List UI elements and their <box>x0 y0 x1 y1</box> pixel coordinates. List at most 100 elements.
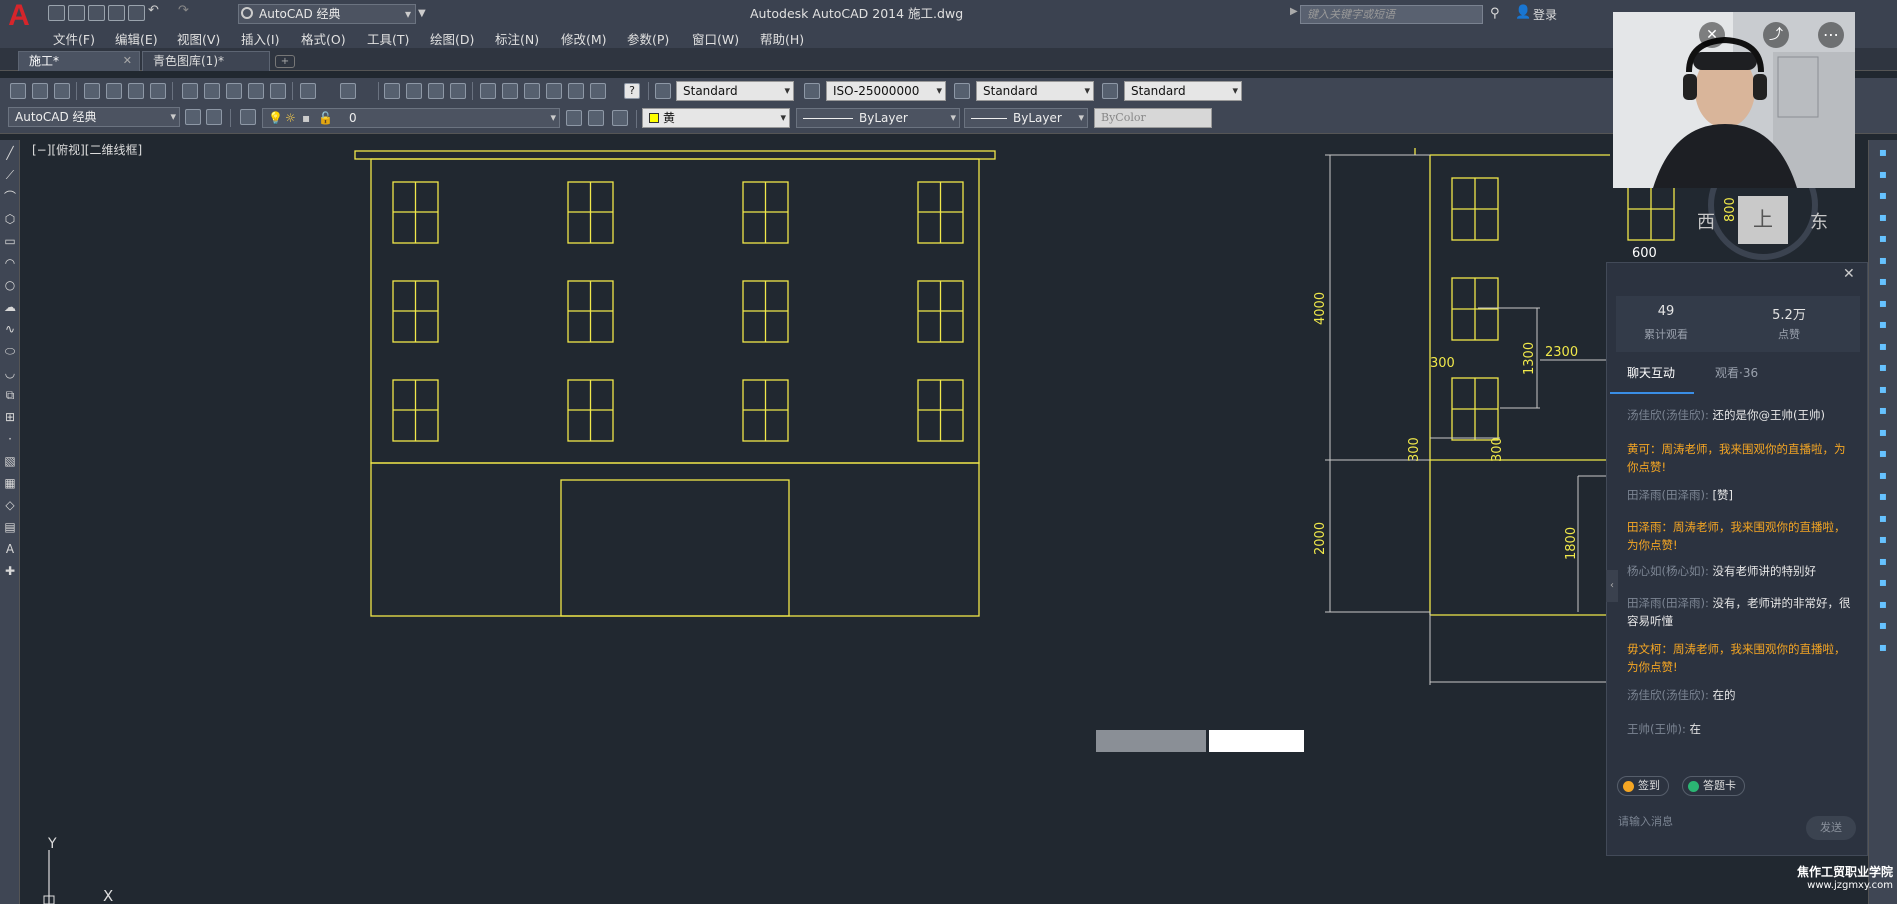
rotate-icon[interactable]: ▪ <box>1875 273 1891 289</box>
window-grid <box>392 181 964 442</box>
watermark-url: www.jzgmxy.com <box>1807 880 1893 891</box>
explode-icon[interactable]: ▪ <box>1875 510 1891 526</box>
dim-text: 2300 <box>1545 345 1578 360</box>
watermark-name: 焦作工贸职业学院 <box>1796 865 1893 879</box>
send-button[interactable]: 发送 <box>1806 816 1856 840</box>
polygon-icon[interactable]: ⬡ <box>3 212 17 226</box>
checkin-label: 签到 <box>1638 779 1660 792</box>
erase-icon[interactable]: ▪ <box>1875 144 1891 160</box>
chat-gift-message: 毋文柯：周涛老师，我来围观你的直播啦，为你点赞! <box>1627 640 1855 676</box>
array-icon[interactable]: ▪ <box>1875 230 1891 246</box>
chat-text: 黄可：周涛老师，我来围观你的直播啦，为你点赞! <box>1627 442 1846 474</box>
chat-message: 杨心如(杨心如): 没有老师讲的特别好 <box>1627 562 1855 580</box>
extend-icon[interactable]: ▪ <box>1875 359 1891 375</box>
tab-chat[interactable]: 聊天互动 <box>1627 364 1675 381</box>
circle-icon[interactable]: ○ <box>3 278 17 292</box>
live-stats: 49 累计观看 5.2万 点赞 <box>1616 296 1860 352</box>
ellipse-arc-icon[interactable]: ◡ <box>3 366 17 380</box>
tab-viewers[interactable]: 观看·36 <box>1715 364 1758 381</box>
chat-text: 还的是你@王帅(王帅) <box>1712 408 1825 422</box>
ucs-y-label: Y <box>47 836 57 852</box>
break-at-point-icon[interactable]: ▪ <box>1875 381 1891 397</box>
spline-icon[interactable]: ∿ <box>3 322 17 336</box>
chat-nickname[interactable]: 王帅(王帅): <box>1627 722 1686 736</box>
clip-icon[interactable]: ▪ <box>1875 639 1891 655</box>
webcam-video: ✕ ⤴ ⋯ <box>1613 12 1855 188</box>
send-back-icon[interactable]: ▪ <box>1875 574 1891 590</box>
checkin-button[interactable]: 签到 <box>1617 776 1669 796</box>
chat-nickname[interactable]: 田泽雨(田泽雨): <box>1627 596 1709 610</box>
bring-front-icon[interactable]: ▪ <box>1875 553 1891 569</box>
entrance-door <box>560 479 790 617</box>
ucs-icon: Y X <box>43 836 113 904</box>
draworder-icon[interactable]: ▪ <box>1875 531 1891 547</box>
upper-floors-outline <box>370 158 980 464</box>
viewcube-west-label[interactable]: 西 <box>1697 208 1715 234</box>
text-front-icon[interactable]: ▪ <box>1875 596 1891 612</box>
line-icon[interactable]: ╱ <box>3 146 17 160</box>
dim-text: 300 <box>1430 356 1455 371</box>
more-icon[interactable]: ⋯ <box>1818 22 1844 48</box>
chat-nickname[interactable]: 汤佳欣(汤佳欣): <box>1627 408 1709 422</box>
hatch-back-icon[interactable]: ▪ <box>1875 617 1891 633</box>
stat-likes-value: 5.2万 <box>1772 308 1806 323</box>
chat-nickname[interactable]: 杨心如(杨心如): <box>1627 564 1709 578</box>
join-icon[interactable]: ▪ <box>1875 424 1891 440</box>
share-icon[interactable]: ⤴ <box>1763 22 1789 48</box>
stat-views-value: 49 <box>1657 304 1675 319</box>
dimension-lines <box>1325 154 1610 685</box>
arc-icon[interactable]: ◠ <box>3 256 17 270</box>
trim-icon[interactable]: ▪ <box>1875 338 1891 354</box>
chat-text: 毋文柯：周涛老师，我来围观你的直播啦，为你点赞! <box>1627 642 1846 674</box>
ucs-x-label: X <box>103 887 113 904</box>
stat-likes-label: 点赞 <box>1778 328 1800 341</box>
chat-message: 田泽雨(田泽雨): [赞] <box>1627 486 1855 504</box>
fillet-icon[interactable]: ▪ <box>1875 467 1891 483</box>
answer-card-icon <box>1688 781 1699 792</box>
viewcube-top-face[interactable]: 上 <box>1738 196 1788 244</box>
chat-gift-message: 田泽雨：周涛老师，我来围观你的直播啦，为你点赞! <box>1627 518 1855 554</box>
mic-off-icon[interactable]: ✕ <box>1699 22 1725 48</box>
revision-cloud-icon[interactable]: ☁ <box>3 300 17 314</box>
collapse-panel-icon[interactable]: ‹ <box>1606 570 1618 602</box>
region-icon[interactable]: ◇ <box>3 498 17 512</box>
chat-nickname[interactable]: 田泽雨(田泽雨): <box>1627 488 1709 502</box>
draw-toolbar: ╱ ⟋ ⌒ ⬡ ▭ ◠ ○ ☁ ∿ ⬭ ◡ ⧉ ⊞ · ▧ ▦ ◇ ▤ A ✚ <box>0 140 20 904</box>
viewcube-east-label[interactable]: 东 <box>1810 208 1828 234</box>
insert-block-icon[interactable]: ⧉ <box>3 388 17 402</box>
dim-text: 300 <box>1407 437 1422 462</box>
point-icon[interactable]: · <box>3 432 17 446</box>
roof-cornice <box>354 150 996 160</box>
chat-input[interactable]: 请输入消息 <box>1618 812 1788 832</box>
scale-icon[interactable]: ▪ <box>1875 295 1891 311</box>
floating-gray-bar <box>1096 730 1206 752</box>
answer-card-label: 答题卡 <box>1703 779 1736 792</box>
chat-message: 汤佳欣(汤佳欣): 还的是你@王帅(王帅) <box>1627 406 1855 424</box>
polyline-icon[interactable]: ⌒ <box>3 190 17 204</box>
ellipse-icon[interactable]: ⬭ <box>3 344 17 358</box>
construction-line-icon[interactable]: ⟋ <box>3 168 17 182</box>
school-watermark: 焦作工贸职业学院 www.jzgmxy.com <box>1785 866 1893 892</box>
make-block-icon[interactable]: ⊞ <box>3 410 17 424</box>
chat-text: 没有老师讲的特别好 <box>1712 564 1817 578</box>
move-icon[interactable]: ▪ <box>1875 252 1891 268</box>
dim-text: 2000 <box>1313 522 1328 555</box>
mirror-icon[interactable]: ▪ <box>1875 187 1891 203</box>
break-icon[interactable]: ▪ <box>1875 402 1891 418</box>
close-icon[interactable]: ✕ <box>1843 266 1855 282</box>
front-elevation <box>354 150 996 617</box>
chamfer-icon[interactable]: ▪ <box>1875 445 1891 461</box>
rectangle-icon[interactable]: ▭ <box>3 234 17 248</box>
hatch-icon[interactable]: ▧ <box>3 454 17 468</box>
gradient-icon[interactable]: ▦ <box>3 476 17 490</box>
add-selected-icon[interactable]: ✚ <box>3 564 17 578</box>
answer-card-button[interactable]: 答题卡 <box>1682 776 1745 796</box>
stretch-icon[interactable]: ▪ <box>1875 316 1891 332</box>
copy-icon[interactable]: ▪ <box>1875 166 1891 182</box>
table-icon[interactable]: ▤ <box>3 520 17 534</box>
active-tab-indicator <box>1610 392 1694 394</box>
multiline-text-icon[interactable]: A <box>3 542 17 556</box>
blend-icon[interactable]: ▪ <box>1875 488 1891 504</box>
offset-icon[interactable]: ▪ <box>1875 209 1891 225</box>
chat-nickname[interactable]: 汤佳欣(汤佳欣): <box>1627 688 1709 702</box>
